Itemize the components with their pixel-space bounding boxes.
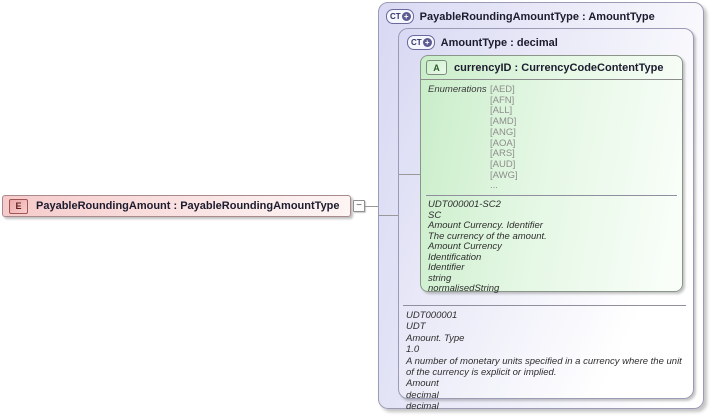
outer-type-header: CT + PayableRoundingAmountType : AmountT… (386, 9, 703, 24)
enumeration-value: ... (490, 180, 498, 192)
annotation-line: decimal (406, 401, 439, 413)
annotation-line: Identifier (428, 262, 465, 274)
collapse-button[interactable]: − (353, 200, 365, 212)
attribute-header: A currencyID : CurrencyCodeContentType (421, 56, 682, 80)
annotation-line: normalisedString (428, 283, 500, 295)
annotation-line: Amount Currency (428, 241, 502, 253)
inner-type-header: CT + AmountType : decimal (407, 35, 693, 50)
enumerations-list: [AED] [AFN] [ALL] [AMD] [ANG] [AOA] [ARS] [AUD]… (490, 84, 518, 192)
annotation-line: UDT (406, 321, 426, 333)
annotation-line: UDT000001-SC2 (428, 199, 501, 211)
attribute-separator (426, 195, 677, 197)
plus-icon: + (422, 38, 432, 47)
enumerations-label: Enumerations (428, 84, 487, 95)
inner-type-annotation: UDT000001 UDT Amount. Type 1.0 A number of m… (406, 310, 683, 413)
annotation-line: A number of monetary units specified in … (406, 355, 682, 379)
connector-line (365, 206, 378, 207)
complex-type-icon: CT + (407, 35, 435, 50)
complex-type-node-amount-type[interactable]: CT + AmountType : decimal A currencyID :… (398, 28, 694, 412)
annotation-line: Amount (406, 378, 439, 390)
complex-type-node-payable-rounding-amount-type[interactable]: CT + PayableRoundingAmountType : AmountT… (378, 2, 704, 412)
annotation-line: Identification (428, 251, 482, 263)
attribute-annotation: UDT000001-SC2 SC Amount Currency. Identifi… (421, 199, 682, 295)
element-icon: E (9, 198, 28, 214)
annotation-line: Amount. Type (406, 332, 465, 344)
enumeration-value: [ANG] (490, 126, 516, 138)
complex-type-icon: CT + (386, 9, 414, 24)
annotation-line: decimal (406, 389, 439, 401)
connector-line (379, 215, 398, 216)
outer-type-title: PayableRoundingAmountType : AmountType (419, 10, 655, 23)
attribute-node-currency-id[interactable]: A currencyID : CurrencyCodeContentType E… (420, 55, 683, 295)
element-node-payable-rounding-amount[interactable]: E PayableRoundingAmount : PayableRoundin… (2, 195, 351, 217)
xml-schema-diagram: E PayableRoundingAmount : PayableRoundin… (0, 0, 711, 417)
attribute-title: currencyID : CurrencyCodeContentType (454, 61, 664, 74)
enumerations-section: Enumerations [AED] [AFN] [ALL] [AMD] [ANG] [A… (421, 80, 682, 192)
annotation-line: 1.0 (406, 344, 420, 356)
connector-line (399, 174, 420, 175)
annotation-line: UDT000001 (406, 310, 458, 321)
inner-type-title: AmountType : decimal (440, 36, 558, 49)
element-title: PayableRoundingAmount : PayableRoundingA… (36, 200, 340, 212)
inner-type-separator (403, 305, 686, 306)
attribute-icon: A (426, 60, 447, 75)
annotation-line: Amount Currency. Identifier (428, 220, 543, 232)
plus-icon: + (401, 12, 411, 21)
